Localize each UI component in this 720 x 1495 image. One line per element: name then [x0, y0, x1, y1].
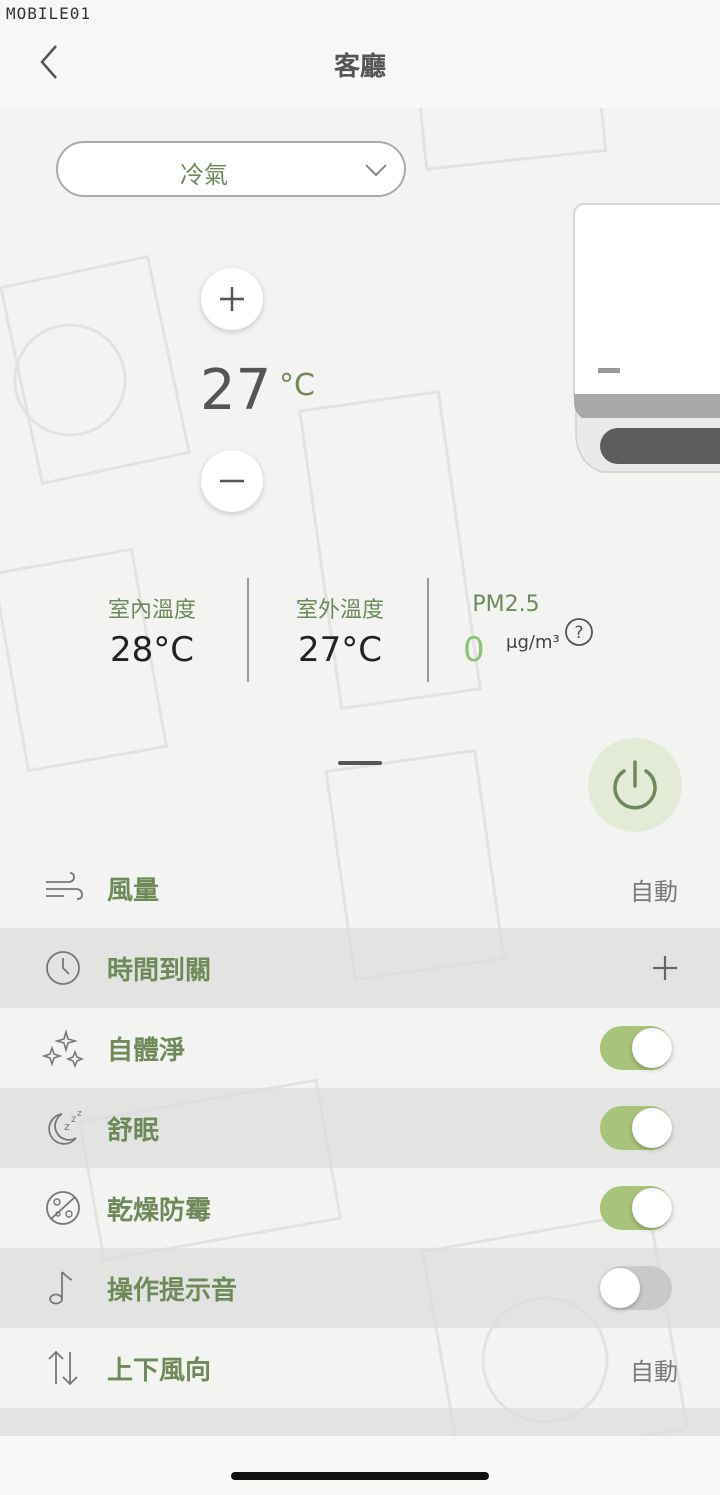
temp-increase-button[interactable]: [201, 268, 263, 330]
self-clean-toggle[interactable]: [600, 1026, 672, 1070]
sheet-drag-handle[interactable]: [338, 761, 382, 765]
sparkle-icon: [42, 1029, 84, 1068]
setting-row-sleep[interactable]: z z z 舒眠: [0, 1088, 720, 1168]
indoor-temp-label: 室內溫度: [107, 598, 196, 623]
vertical-swing-icon: [48, 1350, 78, 1386]
page-title: 客廳: [333, 52, 386, 82]
svg-text:z: z: [71, 1114, 76, 1125]
setting-value: 自動: [630, 878, 678, 906]
setting-row-timer-off[interactable]: 時間到關: [0, 928, 720, 1008]
setting-label: 時間到關: [107, 956, 212, 986]
wind-icon: [46, 872, 83, 900]
svg-text:z: z: [77, 1109, 82, 1119]
pm25-label: PM2.5: [472, 592, 540, 617]
stat-divider: [247, 578, 249, 682]
mode-dropdown[interactable]: 冷氣: [56, 141, 406, 197]
svg-text:?: ?: [574, 623, 583, 643]
watermark: MOBILE01: [6, 4, 92, 23]
outdoor-temp-label: 室外溫度: [295, 598, 384, 623]
power-button[interactable]: [588, 738, 682, 832]
mold-icon: [46, 1191, 80, 1225]
setting-label: 操作提示音: [107, 1276, 238, 1306]
pm25-value: 0: [463, 630, 485, 670]
indoor-temp-value: 28°C: [109, 630, 194, 670]
sleep-toggle[interactable]: [600, 1106, 672, 1150]
clock-icon: [46, 951, 80, 985]
minus-icon: [220, 479, 244, 483]
setting-label: 上下風向: [107, 1356, 212, 1386]
home-indicator[interactable]: [231, 1472, 489, 1480]
bottom-safe-area: [0, 1436, 720, 1495]
setting-row-self-clean[interactable]: 自體淨: [0, 1008, 720, 1088]
add-timer-icon[interactable]: [650, 953, 680, 983]
plus-icon: [220, 287, 244, 311]
header: 客廳: [0, 0, 720, 108]
setting-label: 舒眠: [107, 1116, 160, 1146]
indoor-temp-stat: 室內溫度 28°C: [92, 592, 212, 670]
svg-text:z: z: [64, 1120, 70, 1133]
outdoor-temp-value: 27°C: [297, 630, 382, 670]
outdoor-temp-stat: 室外溫度 27°C: [280, 592, 400, 670]
setting-label: 乾燥防霉: [107, 1196, 212, 1226]
dry-mold-toggle[interactable]: [600, 1186, 672, 1230]
setting-row-vertical-swing[interactable]: 上下風向 自動: [0, 1328, 720, 1408]
setting-row-partial: [0, 1408, 720, 1438]
beep-toggle[interactable]: [600, 1266, 672, 1310]
toggle-knob: [600, 1268, 640, 1308]
chevron-down-icon: [365, 164, 387, 177]
help-icon[interactable]: ?: [564, 617, 594, 647]
mode-selected-label: 冷氣: [180, 161, 228, 189]
setting-label: 自體淨: [107, 1036, 186, 1066]
air-conditioner-illustration: [573, 203, 720, 473]
setting-row-beep[interactable]: 操作提示音: [0, 1248, 720, 1328]
setting-row-dry-mold[interactable]: 乾燥防霉: [0, 1168, 720, 1248]
setting-label: 風量: [107, 876, 160, 906]
stat-divider: [427, 578, 429, 682]
toggle-knob: [632, 1108, 672, 1148]
pm25-stat: PM2.5: [456, 592, 556, 617]
temperature-unit: °C: [279, 368, 315, 403]
pm25-unit: μg/m³: [506, 632, 560, 653]
toggle-knob: [632, 1188, 672, 1228]
setting-value: 自動: [630, 1358, 678, 1386]
toggle-knob: [632, 1028, 672, 1068]
sleep-icon: z z z: [48, 1109, 82, 1145]
setting-row-fan-speed[interactable]: 風量 自動: [0, 848, 720, 928]
music-note-icon: [49, 1271, 73, 1305]
temp-decrease-button[interactable]: [201, 450, 263, 512]
temperature-value: 27: [200, 358, 272, 423]
power-icon: [613, 760, 657, 810]
